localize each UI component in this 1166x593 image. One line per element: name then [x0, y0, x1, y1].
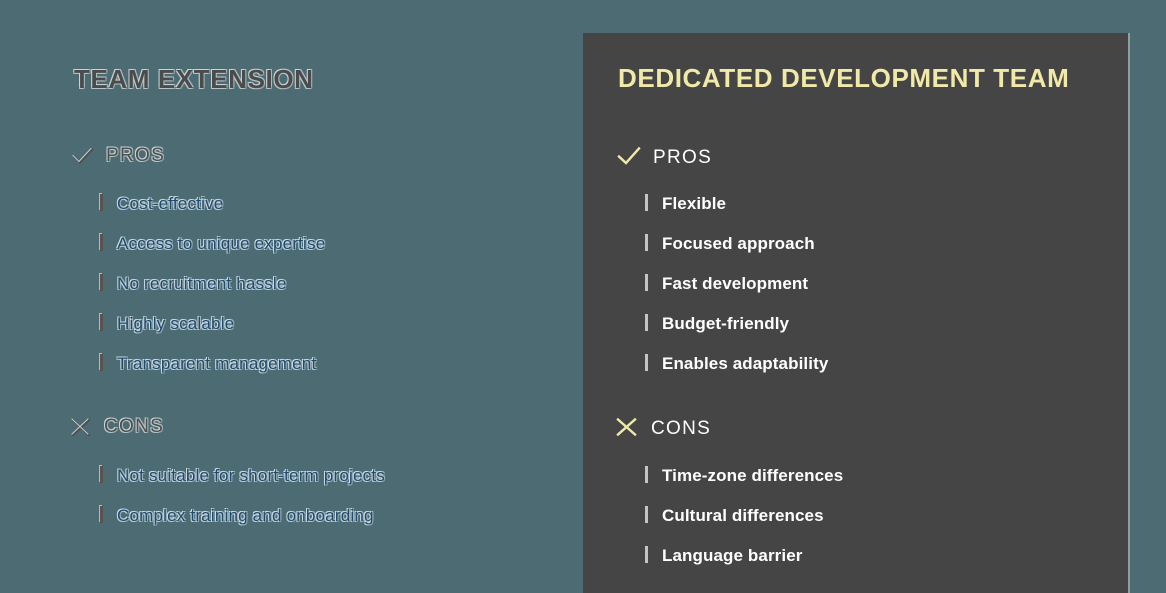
dedicated-development-team-title: DEDICATED DEVELOPMENT TEAM [618, 63, 1070, 93]
list-item: No recruitment hassle [100, 272, 325, 294]
bullet-bar-icon [645, 466, 648, 483]
bullet-bar-icon [645, 314, 648, 331]
list-item-label: Focused approach [662, 234, 815, 253]
list-item: Flexible [645, 192, 828, 214]
list-item: Enables adaptability [645, 352, 828, 374]
team-extension-title: TEAM EXTENSION [74, 64, 314, 94]
list-item-label: No recruitment hassle [117, 274, 287, 293]
bullet-bar-icon [100, 466, 103, 483]
list-item-label: Highly scalable [117, 314, 235, 333]
list-item: Highly scalable [100, 312, 325, 334]
list-item: Language barrier [645, 544, 843, 566]
dedicated-cons-list: Time-zone differences Cultural differenc… [645, 464, 843, 584]
list-item: Not suitable for short-term projects [100, 464, 385, 486]
list-item: Time-zone differences [645, 464, 843, 486]
check-icon [617, 145, 641, 171]
list-item-label: Flexible [662, 194, 727, 213]
cross-icon [615, 416, 639, 442]
list-item-label: Enables adaptability [662, 354, 829, 373]
list-item-label: Language barrier [662, 546, 803, 565]
bullet-bar-icon [645, 274, 648, 291]
dedicated-cons-header: CONS [615, 416, 711, 442]
list-item-label: Budget-friendly [662, 314, 790, 333]
check-icon [72, 145, 94, 167]
bullet-bar-icon [100, 194, 103, 211]
list-item: Complex training and onboarding [100, 504, 385, 526]
bullet-bar-icon [645, 194, 648, 211]
list-item-label: Not suitable for short-term projects [117, 466, 385, 485]
bullet-bar-icon [645, 546, 648, 563]
list-item: Budget-friendly [645, 312, 828, 334]
bullet-bar-icon [645, 354, 648, 371]
team-extension-panel: TEAM EXTENSION PROS Cost-effective Acces… [0, 0, 583, 593]
list-item: Transparent management [100, 352, 325, 374]
list-item-label: Cost-effective [117, 194, 224, 213]
bullet-bar-icon [100, 234, 103, 251]
cross-icon [70, 416, 92, 438]
bullet-bar-icon [100, 354, 103, 371]
list-item-label: Complex training and onboarding [117, 506, 374, 525]
bullet-bar-icon [100, 274, 103, 291]
dedicated-cons-label: CONS [651, 418, 712, 439]
bullet-bar-icon [645, 234, 648, 251]
team-extension-cons-header: CONS [70, 416, 164, 438]
list-item-label: Transparent management [117, 354, 317, 373]
team-extension-cons-label: CONS [104, 416, 165, 437]
dedicated-pros-label: PROS [653, 147, 713, 168]
bullet-bar-icon [100, 506, 103, 523]
dedicated-pros-list: Flexible Focused approach Fast developme… [645, 192, 828, 392]
list-item-label: Cultural differences [662, 506, 824, 525]
bullet-bar-icon [100, 314, 103, 331]
list-item-label: Access to unique expertise [117, 234, 326, 253]
team-extension-pros-label: PROS [106, 145, 166, 166]
team-extension-pros-header: PROS [72, 145, 165, 167]
dedicated-pros-header: PROS [617, 145, 712, 171]
bullet-bar-icon [645, 506, 648, 523]
list-item-label: Fast development [662, 274, 809, 293]
list-item: Focused approach [645, 232, 828, 254]
team-extension-cons-list: Not suitable for short-term projects Com… [100, 464, 385, 544]
list-item: Cultural differences [645, 504, 843, 526]
list-item-label: Time-zone differences [662, 466, 844, 485]
list-item: Fast development [645, 272, 828, 294]
team-extension-pros-list: Cost-effective Access to unique expertis… [100, 192, 325, 392]
list-item: Cost-effective [100, 192, 325, 214]
list-item: Access to unique expertise [100, 232, 325, 254]
